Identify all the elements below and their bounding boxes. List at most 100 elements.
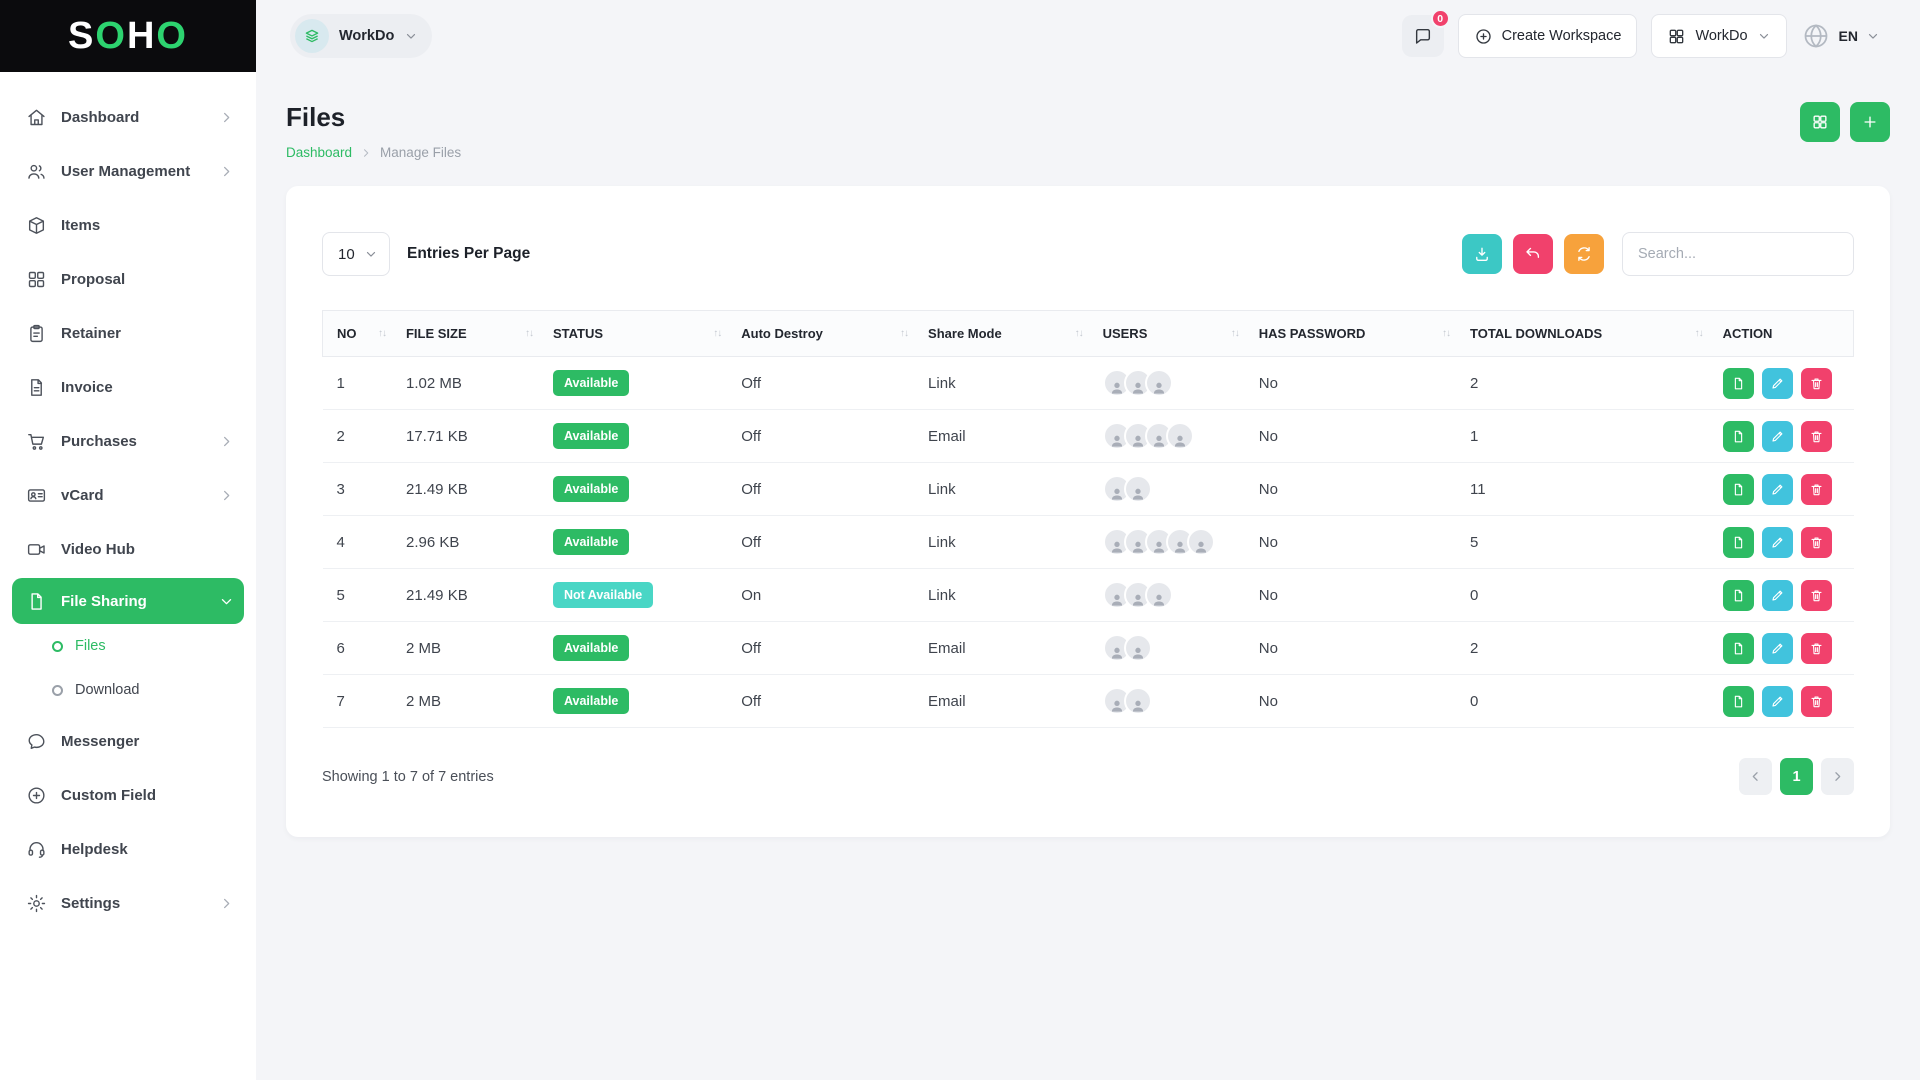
sort-icon[interactable]: ↑↓: [378, 328, 386, 339]
language-selector[interactable]: EN: [1801, 21, 1880, 51]
delete-file-button[interactable]: [1801, 580, 1832, 611]
sidebar-item-label: User Management: [61, 163, 190, 180]
sidebar-item-invoice[interactable]: Invoice: [12, 362, 244, 412]
status-badge: Not Available: [553, 582, 653, 608]
delete-file-button[interactable]: [1801, 633, 1832, 664]
edit-file-button[interactable]: [1762, 421, 1793, 452]
sort-icon[interactable]: ↑↓: [525, 328, 533, 339]
workspace-switcher[interactable]: WorkDo: [290, 14, 432, 58]
export-button[interactable]: [1462, 234, 1502, 274]
cell-users: [1093, 357, 1249, 410]
chevron-right-icon: [360, 147, 372, 159]
cell-share-mode: Link: [918, 569, 1093, 622]
sidebar-item-video-hub[interactable]: Video Hub: [12, 524, 244, 574]
header-users[interactable]: USERS↑↓: [1093, 311, 1249, 357]
edit-file-button[interactable]: [1762, 633, 1793, 664]
sort-icon[interactable]: ↑↓: [1695, 328, 1703, 339]
trash-icon: [1809, 482, 1824, 497]
entries-per-page-select[interactable]: 10: [322, 232, 390, 276]
cell-share-mode: Link: [918, 516, 1093, 569]
view-file-button[interactable]: [1723, 686, 1754, 717]
sort-icon[interactable]: ↑↓: [713, 328, 721, 339]
delete-file-button[interactable]: [1801, 368, 1832, 399]
cell-status: Not Available: [543, 569, 731, 622]
sidebar-item-file-sharing[interactable]: File Sharing: [12, 578, 244, 624]
edit-file-button[interactable]: [1762, 368, 1793, 399]
add-file-button[interactable]: [1850, 102, 1890, 142]
refresh-button[interactable]: [1564, 234, 1604, 274]
sidebar-item-proposal[interactable]: Proposal: [12, 254, 244, 304]
view-file-button[interactable]: [1723, 527, 1754, 558]
header-total-downloads[interactable]: TOTAL DOWNLOADS ↑↓: [1460, 311, 1713, 357]
header-share-mode[interactable]: Share Mode↑↓: [918, 311, 1093, 357]
view-file-button[interactable]: [1723, 474, 1754, 505]
sidebar-item-label: Purchases: [61, 433, 137, 450]
delete-file-button[interactable]: [1801, 686, 1832, 717]
view-file-button[interactable]: [1723, 580, 1754, 611]
grid-view-button[interactable]: [1800, 102, 1840, 142]
sort-icon[interactable]: ↑↓: [1231, 328, 1239, 339]
sidebar-item-retainer[interactable]: Retainer: [12, 308, 244, 358]
sidebar-subitem-download[interactable]: Download: [0, 668, 256, 712]
chevron-right-icon: [1830, 769, 1845, 784]
sidebar-item-purchases[interactable]: Purchases: [12, 416, 244, 466]
breadcrumb: Dashboard Manage Files: [286, 145, 461, 160]
sidebar-item-items[interactable]: Items: [12, 200, 244, 250]
header-status[interactable]: STATUS↑↓: [543, 311, 731, 357]
status-badge: Available: [553, 529, 629, 555]
user-avatar: [1145, 369, 1173, 397]
cell-users: [1093, 622, 1249, 675]
sort-icon[interactable]: ↑↓: [900, 328, 908, 339]
chevron-right-icon: [219, 164, 234, 179]
edit-file-button[interactable]: [1762, 686, 1793, 717]
sidebar-item-vcard[interactable]: vCard: [12, 470, 244, 520]
header-label: TOTAL DOWNLOADS: [1470, 326, 1602, 341]
brand-logo[interactable]: SOHO: [0, 0, 256, 72]
page-number-button[interactable]: 1: [1780, 758, 1813, 795]
cell-auto-destroy: Off: [731, 410, 918, 463]
sidebar-item-custom-field[interactable]: Custom Field: [12, 770, 244, 820]
messages-button[interactable]: 0: [1402, 15, 1444, 57]
breadcrumb-dashboard-link[interactable]: Dashboard: [286, 145, 352, 160]
delete-file-button[interactable]: [1801, 474, 1832, 505]
next-page-button[interactable]: [1821, 758, 1854, 795]
workspace-dropdown[interactable]: WorkDo: [1651, 14, 1786, 58]
sidebar-item-label: Proposal: [61, 271, 125, 288]
cell-file-size: 2 MB: [396, 622, 543, 675]
table-row: 4 2.96 KB Available Off Link No 5: [323, 516, 1854, 569]
view-file-button[interactable]: [1723, 368, 1754, 399]
sidebar-item-dashboard[interactable]: Dashboard: [12, 92, 244, 142]
delete-file-button[interactable]: [1801, 527, 1832, 558]
cell-action: [1713, 675, 1854, 728]
reset-button[interactable]: [1513, 234, 1553, 274]
status-badge: Available: [553, 423, 629, 449]
chevron-down-icon: [219, 594, 234, 609]
sort-icon[interactable]: ↑↓: [1075, 328, 1083, 339]
edit-file-button[interactable]: [1762, 527, 1793, 558]
create-workspace-button[interactable]: Create Workspace: [1458, 14, 1638, 58]
table-row: 2 17.71 KB Available Off Email No 1: [323, 410, 1854, 463]
pencil-icon: [1770, 535, 1785, 550]
status-badge: Available: [553, 688, 629, 714]
cell-users: [1093, 463, 1249, 516]
view-file-button[interactable]: [1723, 421, 1754, 452]
sidebar-item-messenger[interactable]: Messenger: [12, 716, 244, 766]
view-file-button[interactable]: [1723, 633, 1754, 664]
cell-share-mode: Email: [918, 675, 1093, 728]
header-auto-destroy[interactable]: Auto Destroy↑↓: [731, 311, 918, 357]
edit-file-button[interactable]: [1762, 474, 1793, 505]
header-file-size[interactable]: FILE SIZE↑↓: [396, 311, 543, 357]
sidebar-subitem-files[interactable]: Files: [0, 624, 256, 668]
plus-circle-icon: [26, 785, 47, 806]
header-no[interactable]: NO↑↓: [323, 311, 396, 357]
previous-page-button[interactable]: [1739, 758, 1772, 795]
sidebar-item-settings[interactable]: Settings: [12, 878, 244, 928]
sidebar-item-helpdesk[interactable]: Helpdesk: [12, 824, 244, 874]
sidebar-item-user-management[interactable]: User Management: [12, 146, 244, 196]
search-input[interactable]: [1622, 232, 1854, 276]
header-has-password[interactable]: HAS PASSWORD↑↓: [1249, 311, 1460, 357]
table-row: 7 2 MB Available Off Email No 0: [323, 675, 1854, 728]
sort-icon[interactable]: ↑↓: [1442, 328, 1450, 339]
delete-file-button[interactable]: [1801, 421, 1832, 452]
edit-file-button[interactable]: [1762, 580, 1793, 611]
